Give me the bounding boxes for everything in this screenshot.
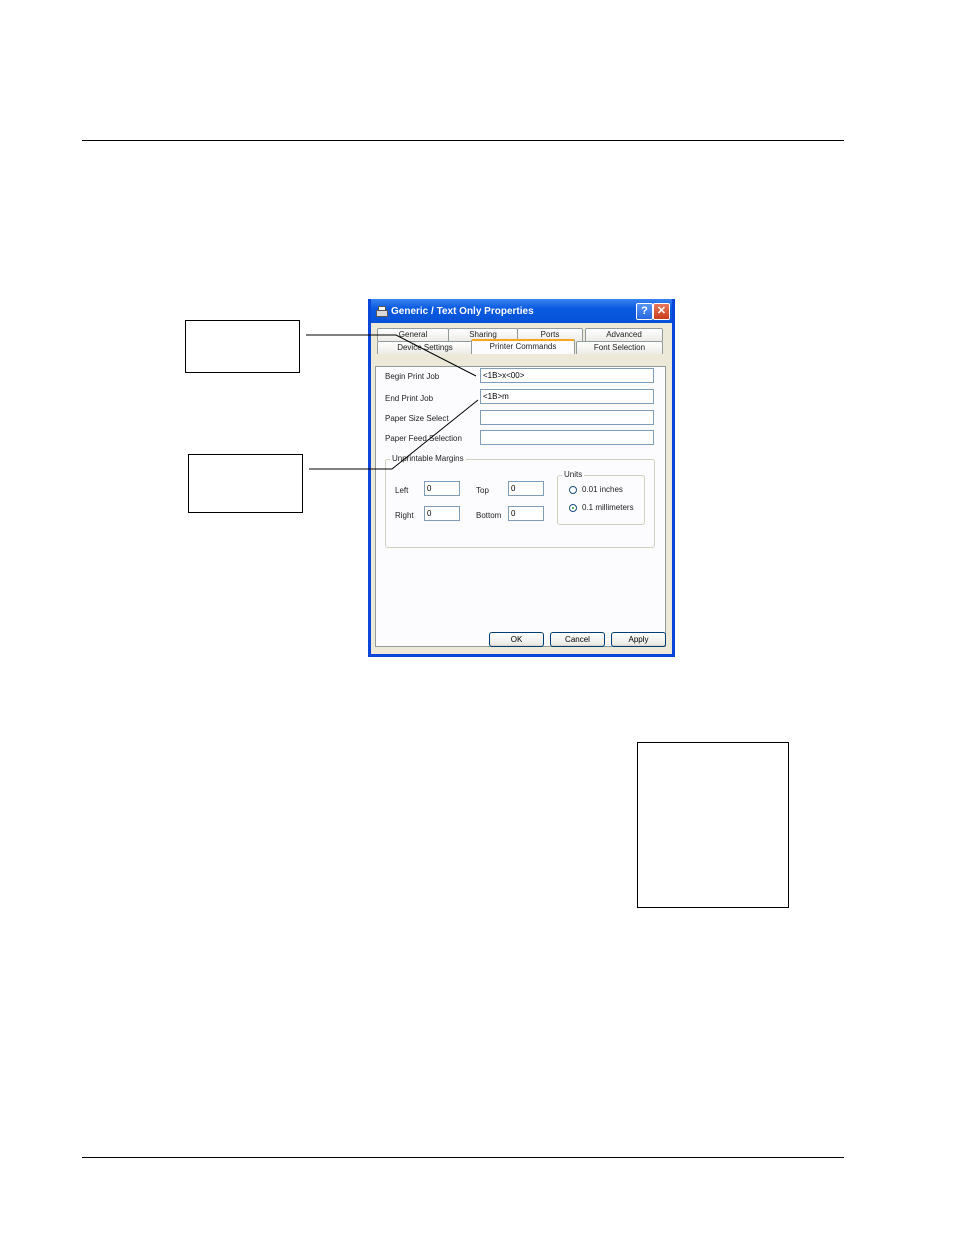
units-caption: Units [562,470,585,479]
printer-commands-panel: Begin Print Job <1B>x<00> End Print Job … [375,366,666,647]
paper-size-select-input[interactable] [480,410,654,425]
tab-label: General [398,330,428,339]
tab-label: Sharing [469,330,497,339]
help-button[interactable]: ? [636,303,653,320]
ok-button[interactable]: OK [489,632,544,647]
unprintable-margins-caption: Unprintable Margins [390,454,466,463]
tab-label: Advanced [606,330,642,339]
cancel-button[interactable]: Cancel [550,632,605,647]
tab-device-settings[interactable]: Device Settings [377,341,473,354]
units-group [557,475,645,525]
bottom-margin-label: Bottom [476,511,502,520]
tab-label: Font Selection [593,343,646,352]
header-rule [82,140,844,141]
title-bar[interactable]: Generic / Text Only Properties ? ✕ [371,299,672,323]
callout-box-bottom [188,454,303,513]
tab-advanced[interactable]: Advanced [585,328,663,341]
apply-button[interactable]: Apply [611,632,666,647]
dialog-client: General Sharing Ports Advanced Device Se… [371,323,672,654]
left-margin-label: Left [395,486,409,495]
tab-label: Ports [540,330,560,339]
close-icon: ✕ [656,305,667,317]
units-millimeters-label[interactable]: 0.1 millimeters [582,503,634,512]
tab-label: Device Settings [397,343,453,352]
paper-size-select-label: Paper Size Select [385,414,449,423]
callout-box-top [185,320,300,373]
units-inches-label[interactable]: 0.01 inches [582,485,623,494]
footer-rule [82,1157,844,1158]
tab-printer-commands[interactable]: Printer Commands [471,339,575,354]
paper-feed-selection-label: Paper Feed Selection [385,434,462,443]
bottom-margin-input[interactable]: 0 [508,506,544,521]
right-margin-input[interactable]: 0 [424,506,460,521]
right-margin-label: Right [395,511,414,520]
help-icon: ? [641,305,648,317]
begin-print-job-input[interactable]: <1B>x<00> [480,368,654,383]
tab-label: Printer Commands [489,342,557,351]
units-millimeters-radio[interactable] [569,504,577,512]
dialog-title: Generic / Text Only Properties [391,305,534,317]
begin-print-job-label: Begin Print Job [385,372,440,381]
end-print-job-label: End Print Job [385,394,434,403]
paper-feed-selection-input[interactable] [480,430,654,445]
top-margin-label: Top [476,486,489,495]
callout-box-right [637,742,789,908]
properties-dialog: Generic / Text Only Properties ? ✕ Gener… [368,299,675,657]
close-button[interactable]: ✕ [653,303,670,320]
left-margin-input[interactable]: 0 [424,481,460,496]
top-margin-input[interactable]: 0 [508,481,544,496]
units-inches-radio[interactable] [569,486,577,494]
end-print-job-input[interactable]: <1B>m [480,389,654,404]
printer-icon [375,305,388,317]
tab-font-selection[interactable]: Font Selection [576,341,663,354]
tab-general[interactable]: General [377,328,449,341]
